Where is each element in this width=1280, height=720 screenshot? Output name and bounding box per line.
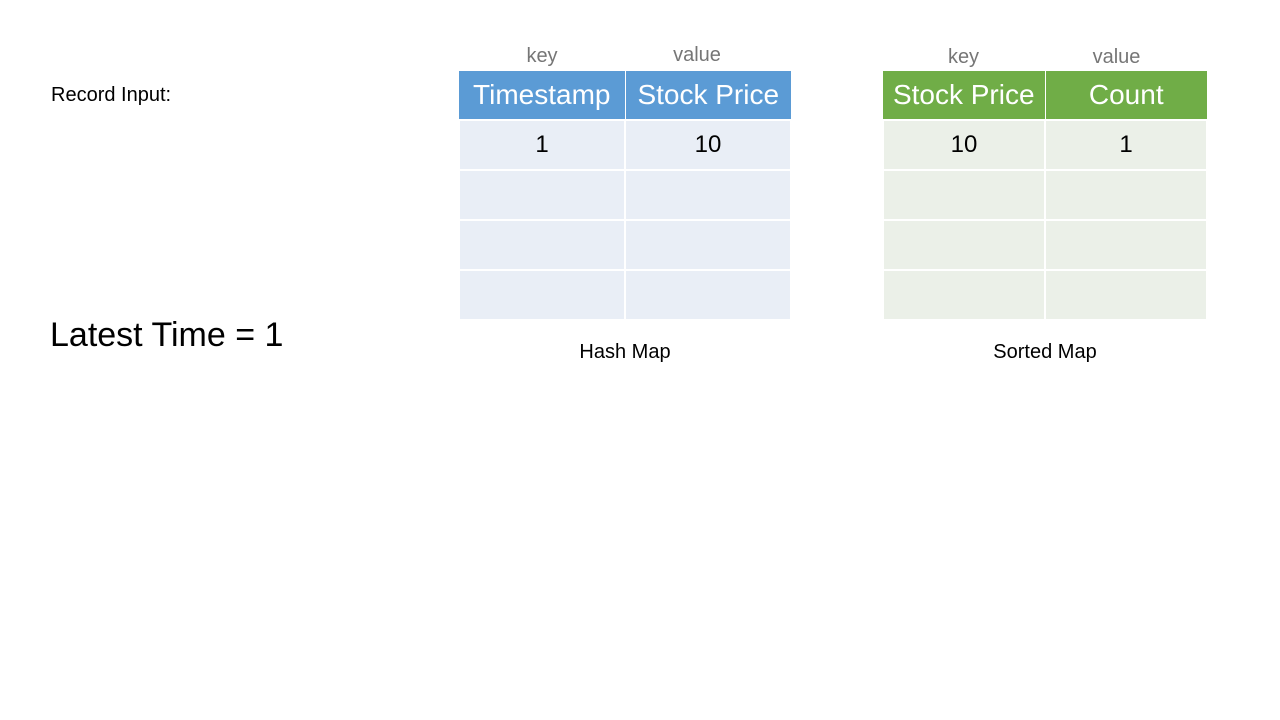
hash-map-table: Timestamp Stock Price 1 10 (458, 70, 792, 321)
hash-map-row: 1 10 (458, 119, 792, 171)
hash-map-header-row: Timestamp Stock Price (459, 70, 791, 121)
sorted-map-row (882, 169, 1208, 221)
hash-map-cell: 1 (458, 119, 626, 171)
hash-map-row (458, 169, 792, 221)
sorted-map-header-row: Stock Price Count (883, 70, 1207, 121)
hash-map-cell: 10 (624, 119, 792, 171)
sorted-map-column-header: Stock Price (883, 70, 1046, 121)
sorted-map-cell (882, 169, 1046, 221)
hash-map-row (458, 219, 792, 271)
hash-map-key-label: key (526, 45, 558, 67)
hash-map-cell (624, 169, 792, 221)
hash-map-cell (458, 269, 626, 321)
sorted-map-row (882, 269, 1208, 321)
sorted-map-cell (1044, 169, 1208, 221)
hash-map-column-header: Stock Price (624, 70, 791, 121)
sorted-map-cell (1044, 219, 1208, 271)
hash-map-value-label: value (673, 44, 721, 66)
sorted-map-value-label: value (1092, 46, 1141, 68)
hash-map-cell (458, 219, 626, 271)
sorted-map-column-header: Count (1044, 70, 1207, 121)
sorted-map-caption: Sorted Map (993, 341, 1097, 363)
latest-time-label: Latest Time = 1 (50, 316, 284, 354)
hash-map-cell (624, 269, 792, 321)
sorted-map-cell (1044, 269, 1208, 321)
sorted-map-table: Stock Price Count 10 1 (882, 70, 1208, 321)
hash-map-cell (458, 169, 626, 221)
hash-map-column-header: Timestamp (459, 70, 626, 121)
sorted-map-cell (882, 219, 1046, 271)
record-input-label: Record Input: (51, 84, 172, 106)
sorted-map-cell: 10 (882, 119, 1046, 171)
sorted-map-row: 10 1 (882, 119, 1208, 171)
sorted-map-key-label: key (947, 46, 980, 68)
hash-map-caption: Hash Map (579, 341, 671, 363)
sorted-map-cell (882, 269, 1046, 321)
hash-map-cell (624, 219, 792, 271)
hash-map-row (458, 269, 792, 321)
sorted-map-cell: 1 (1044, 119, 1208, 171)
sorted-map-row (882, 219, 1208, 271)
